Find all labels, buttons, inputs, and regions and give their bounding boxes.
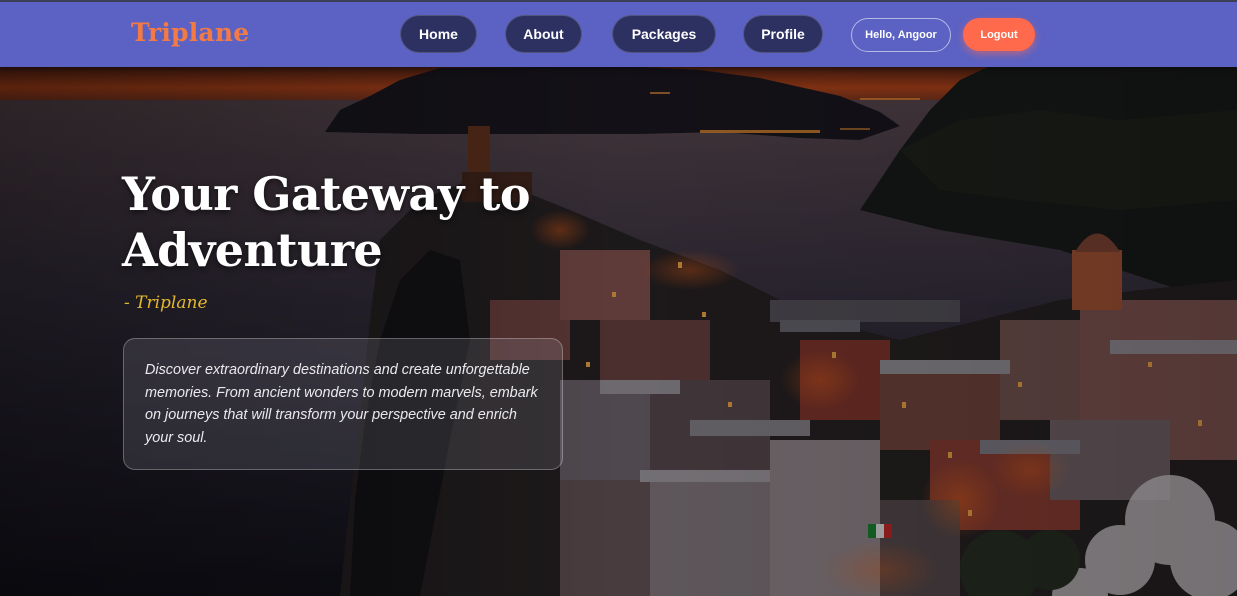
- hero-description-card: Discover extraordinary destinations and …: [123, 338, 563, 470]
- logout-button[interactable]: Logout: [963, 18, 1035, 51]
- nav-home-button[interactable]: Home: [400, 15, 477, 53]
- hero-subtitle: - Triplane: [124, 293, 208, 313]
- top-navbar: Triplane Home About Packages Profile Hel…: [0, 0, 1237, 67]
- hero-title: Your Gateway to Adventure: [122, 167, 531, 277]
- hero-description: Discover extraordinary destinations and …: [145, 362, 538, 447]
- user-greeting-badge: Hello, Angoor: [851, 18, 951, 52]
- brand-logo[interactable]: Triplane: [131, 18, 249, 47]
- nav-about-button[interactable]: About: [505, 15, 582, 53]
- nav-profile-button[interactable]: Profile: [743, 15, 823, 53]
- nav-packages-button[interactable]: Packages: [612, 15, 716, 53]
